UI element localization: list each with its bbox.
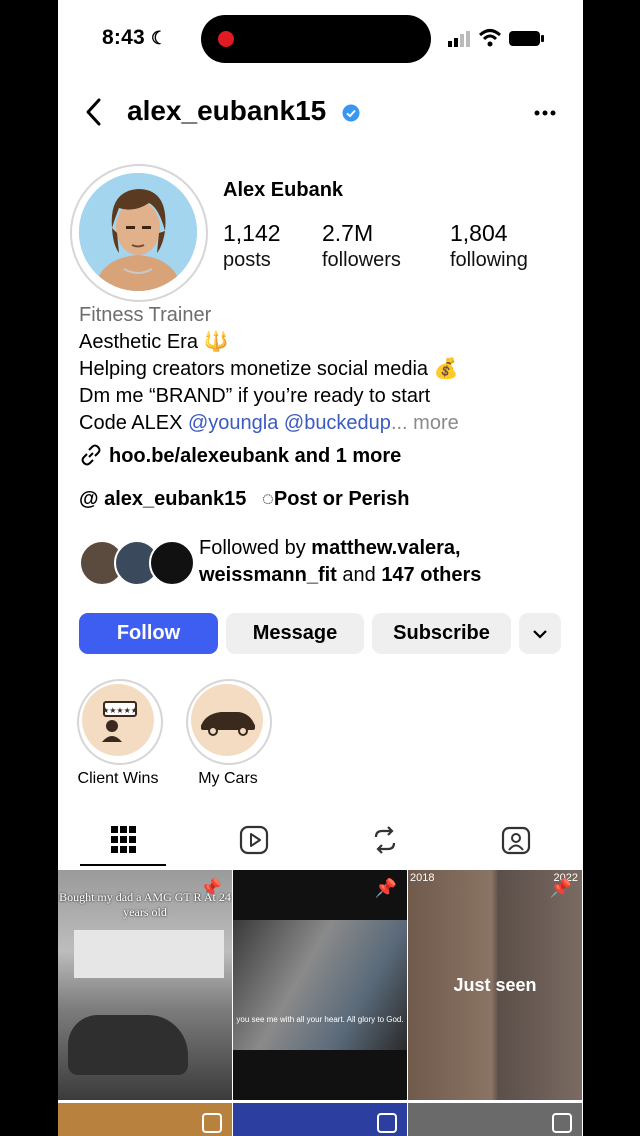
highlight-my-cars-cover bbox=[191, 684, 263, 756]
reviews-person-icon: ★★★★★ bbox=[102, 701, 138, 742]
avatar-illustration bbox=[79, 173, 197, 291]
reposts-icon[interactable] bbox=[370, 825, 400, 855]
reel-badge-icon bbox=[552, 1113, 572, 1133]
chevron-down-icon bbox=[533, 629, 547, 639]
reel-badge-icon bbox=[202, 1113, 222, 1133]
bio-line-4: Code ALEX @youngla @buckedup... more bbox=[79, 410, 459, 437]
active-tab-indicator bbox=[80, 864, 166, 866]
followers-label[interactable]: followers bbox=[322, 249, 401, 272]
highlight-label-client-wins: Client Wins bbox=[77, 770, 159, 787]
profile-link-text: hoo.be/alexeubank and 1 more bbox=[109, 445, 402, 467]
bio-mentions[interactable]: @youngla @buckedup bbox=[188, 412, 391, 434]
posts-label[interactable]: posts bbox=[223, 249, 271, 272]
svg-text:★★★★★: ★★★★★ bbox=[102, 706, 138, 715]
signal-icon bbox=[448, 31, 470, 47]
bio-line-3: Dm me “BRAND” if you’re ready to start bbox=[79, 385, 431, 407]
pin-icon: 📌 bbox=[374, 878, 397, 898]
moon-icon: ☾ bbox=[150, 28, 168, 48]
post-thumbnail-1[interactable]: Bought my dad a AMG GT R At 24 years old… bbox=[58, 870, 232, 1100]
display-name: Alex Eubank bbox=[223, 179, 344, 201]
more-options-icon[interactable] bbox=[534, 110, 558, 116]
posts-count[interactable]: 1,142 bbox=[223, 220, 281, 247]
garage-door bbox=[74, 930, 224, 978]
link-icon bbox=[81, 444, 101, 466]
car-icon bbox=[201, 712, 255, 736]
post-thumbnail-4[interactable] bbox=[58, 1103, 232, 1136]
followed-by-name-1: matthew.valera, bbox=[311, 537, 461, 559]
post-year-left: 2018 bbox=[410, 872, 435, 884]
profile-link[interactable]: hoo.be/alexeubank and 1 more bbox=[79, 443, 401, 468]
profile-username: alex_eubank15 bbox=[127, 95, 327, 126]
reel-badge-icon bbox=[377, 1113, 397, 1133]
followed-by-prefix: Followed by bbox=[199, 537, 312, 559]
followed-by[interactable]: Followed by matthew.valera, weissmann_fi… bbox=[199, 535, 481, 589]
dynamic-island bbox=[201, 15, 431, 63]
status-time-text: 8:43 bbox=[102, 26, 145, 49]
followed-by-mid: and bbox=[336, 564, 382, 586]
tagged-icon[interactable] bbox=[501, 825, 531, 855]
post-caption-2: you see me with all your heart. All glor… bbox=[236, 1015, 404, 1024]
pin-icon: 📌 bbox=[199, 878, 222, 898]
just-seen-overlay: Just seen bbox=[453, 975, 537, 995]
verified-badge-icon bbox=[342, 104, 360, 122]
bio-more-link[interactable]: ... more bbox=[391, 412, 459, 434]
threads-tag[interactable]: Post or Perish bbox=[274, 488, 410, 510]
car-shape bbox=[68, 1015, 188, 1075]
post-photo-2 bbox=[233, 920, 407, 1050]
followers-count[interactable]: 2.7M bbox=[322, 220, 373, 247]
follow-button[interactable]: Follow bbox=[79, 613, 218, 654]
recording-indicator-icon bbox=[218, 31, 234, 47]
status-time: 8:43 ☾ bbox=[102, 26, 167, 50]
post-thumbnail-3[interactable]: 2018 2022 Just seen 📌 bbox=[408, 870, 582, 1100]
post-thumbnail-6[interactable] bbox=[408, 1103, 582, 1136]
bio-line-1: Aesthetic Era 🔱 bbox=[79, 331, 229, 353]
subscribe-button[interactable]: Subscribe bbox=[372, 613, 511, 654]
post-thumbnail-2[interactable]: you see me with all your heart. All glor… bbox=[233, 870, 407, 1100]
follower-avatar-3[interactable] bbox=[149, 540, 195, 586]
battery-icon bbox=[509, 31, 544, 46]
avatar[interactable] bbox=[79, 173, 197, 291]
highlight-client-wins-cover: ★★★★★ bbox=[82, 684, 154, 756]
threads-row[interactable]: @ alex_eubank15 ◌Post or Perish bbox=[79, 488, 409, 511]
following-label[interactable]: following bbox=[450, 249, 528, 272]
reels-icon[interactable] bbox=[239, 825, 269, 855]
threads-handle[interactable]: alex_eubank15 bbox=[104, 488, 246, 510]
bio-code-text: Code ALEX bbox=[79, 412, 188, 434]
suggested-accounts-button[interactable] bbox=[519, 613, 561, 654]
bio-line-2: Helping creators monetize social media 💰 bbox=[79, 358, 459, 380]
profile-screen: 8:43 ☾ alex_eubank15 Alex Eubank 1,142 p… bbox=[58, 0, 583, 1136]
followed-by-others: 147 others bbox=[381, 564, 482, 586]
highlight-label-my-cars: My Cars bbox=[198, 770, 258, 787]
followed-by-name-2: weissmann_fit bbox=[199, 564, 337, 586]
wifi-icon bbox=[478, 29, 502, 47]
message-button[interactable]: Message bbox=[226, 613, 364, 654]
threads-icon: @ bbox=[79, 488, 99, 510]
pin-icon: 📌 bbox=[549, 878, 572, 898]
post-thumbnail-5[interactable] bbox=[233, 1103, 407, 1136]
grid-icon[interactable] bbox=[111, 826, 137, 854]
back-arrow-icon[interactable] bbox=[84, 97, 104, 127]
threads-tag-icon: ◌ bbox=[261, 488, 274, 510]
profile-category: Fitness Trainer bbox=[79, 304, 212, 326]
following-count[interactable]: 1,804 bbox=[450, 220, 508, 247]
